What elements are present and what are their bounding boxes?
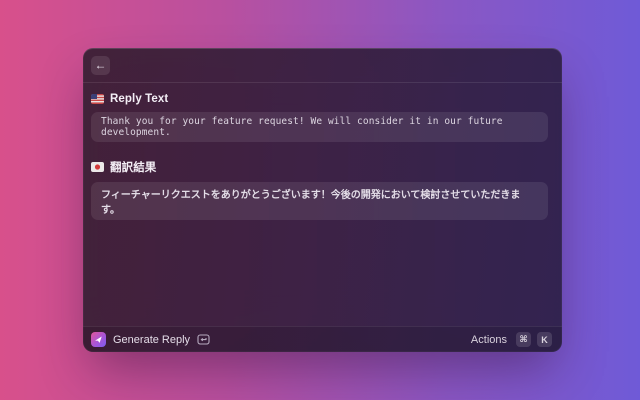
section-title: Reply Text — [110, 93, 168, 105]
section-title-row: 翻訳結果 — [91, 159, 548, 175]
section-title: 翻訳結果 — [110, 159, 156, 175]
primary-action-button[interactable]: Generate Reply — [91, 332, 210, 347]
actions-label: Actions — [471, 334, 507, 346]
translation-value: フィーチャーリクエストをありがとうございます！今後の開発において検討させていただ… — [91, 182, 548, 220]
reply-text: Thank you for your feature request! We w… — [101, 116, 538, 138]
extension-logo-icon — [91, 332, 106, 347]
back-button[interactable]: ← — [91, 56, 110, 75]
detail-content: Reply Text Thank you for your feature re… — [83, 83, 562, 220]
section-title-row: Reply Text — [91, 93, 548, 105]
japan-flag-icon — [91, 162, 104, 172]
k-keycap: K — [537, 332, 552, 347]
actions-button[interactable]: Actions ⌘ K — [471, 332, 552, 347]
translation-text: フィーチャーリクエストをありがとうございます！今後の開発において検討させていただ… — [101, 186, 538, 216]
reply-text-value: Thank you for your feature request! We w… — [91, 112, 548, 142]
titlebar: ← — [83, 48, 562, 83]
enter-key-icon — [197, 334, 210, 345]
section-translation: 翻訳結果 フィーチャーリクエストをありがとうございます！今後の開発において検討さ… — [91, 159, 548, 220]
raycast-window: ← Reply Text Thank you for your feature — [83, 48, 562, 352]
cmd-keycap: ⌘ — [516, 332, 531, 347]
section-reply-text: Reply Text Thank you for your feature re… — [91, 93, 548, 142]
us-flag-icon — [91, 94, 104, 104]
arrow-left-icon: ← — [95, 56, 107, 75]
action-bar: Generate Reply Actions ⌘ K — [83, 326, 562, 352]
primary-action-label: Generate Reply — [113, 334, 190, 346]
